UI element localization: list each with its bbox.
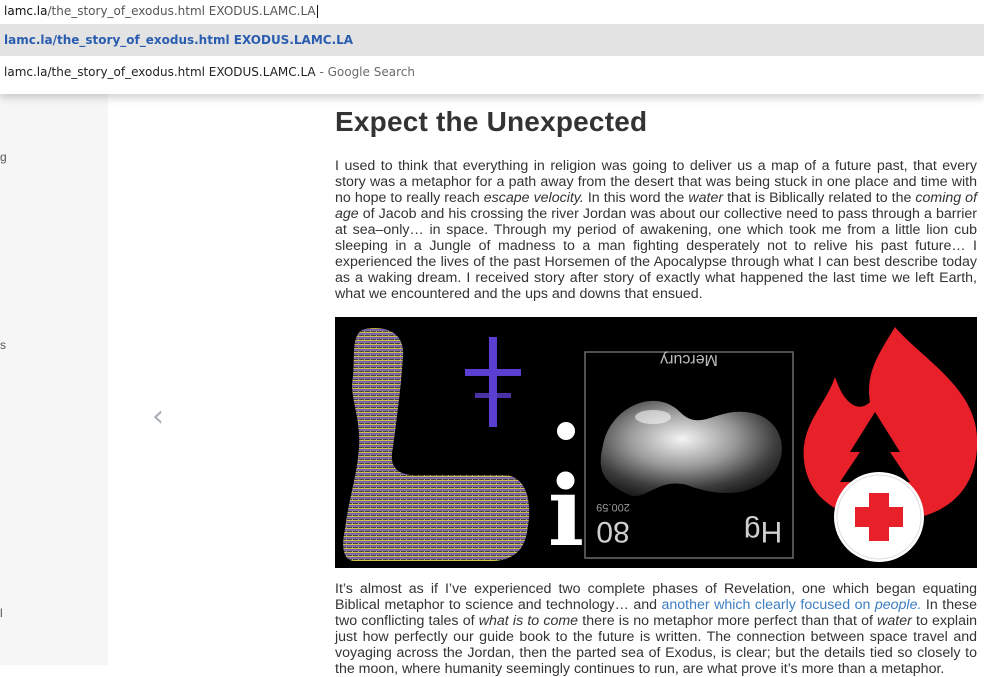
red-cross-icon	[834, 472, 924, 562]
letter-i-glyph: i	[548, 455, 584, 568]
suggestion-url[interactable]: lamc.la/the_story_of_exodus.html EXODUS.…	[0, 24, 984, 56]
article-title: Expect the Unexpected	[335, 106, 648, 137]
address-path: /the_story_of_exodus.html EXODUS.LAMC.LA	[47, 4, 316, 18]
side-panel-text-fragment: g	[0, 150, 7, 164]
element-symbol: Hg	[744, 515, 782, 548]
p2-emphasis: water	[877, 613, 912, 629]
p1-text: In this word the	[583, 190, 689, 206]
suggestion-search-text: lamc.la/the_story_of_exodus.html EXODUS.…	[4, 65, 316, 79]
article-paragraph-1: I used to think that everything in relig…	[335, 158, 977, 302]
article-paragraph-2: It’s almost as if I’ve experienced two c…	[335, 581, 977, 677]
p1-text: that is Biblically related to the	[723, 190, 916, 206]
letter-i: i	[548, 422, 584, 568]
side-panel-text-fragment: l	[0, 606, 3, 620]
mercury-droplet	[600, 400, 782, 497]
p1-emphasis: escape velocity.	[483, 190, 584, 206]
people-link[interactable]: another which clearly focused on people.	[662, 597, 922, 613]
p1-text: of Jacob and his crossing the river Jord…	[335, 206, 977, 302]
lion-text-art	[343, 328, 530, 562]
cross-shape	[465, 337, 521, 427]
element-name: Mercury	[660, 351, 718, 368]
address-bar-input[interactable]: lamc.la/the_story_of_exodus.html EXODUS.…	[0, 0, 984, 24]
link-text: another which clearly focused on	[661, 597, 875, 613]
mercury-element-tile: Mercury Hg 80 200.59	[584, 351, 794, 559]
atomic-mass: 200.59	[596, 501, 630, 513]
side-panel-text-fragment: s	[0, 338, 6, 352]
previous-arrow-icon[interactable]: ‹	[152, 402, 172, 432]
article-illustration: i Mercury Hg 80 200.59	[335, 317, 977, 568]
link-emphasis: people.	[874, 597, 922, 613]
suggestion-url-text: lamc.la/the_story_of_exodus.html EXODUS.…	[4, 33, 354, 47]
p2-emphasis: what is to come	[478, 613, 579, 629]
p2-text: there is no metaphor more perfect than t…	[578, 613, 878, 629]
suggestion-search-suffix: - Google Search	[315, 65, 415, 79]
address-host: lamc.la	[4, 4, 48, 18]
side-panel: g s l	[0, 94, 108, 665]
illustration-svg: i Mercury Hg 80 200.59	[343, 327, 977, 568]
p1-emphasis: water	[688, 190, 724, 206]
atomic-number: 80	[596, 515, 629, 548]
text-caret	[316, 5, 318, 18]
omnibox-dropdown: lamc.la/the_story_of_exodus.html EXODUS.…	[0, 0, 984, 94]
suggestion-search[interactable]: lamc.la/the_story_of_exodus.html EXODUS.…	[0, 56, 984, 90]
